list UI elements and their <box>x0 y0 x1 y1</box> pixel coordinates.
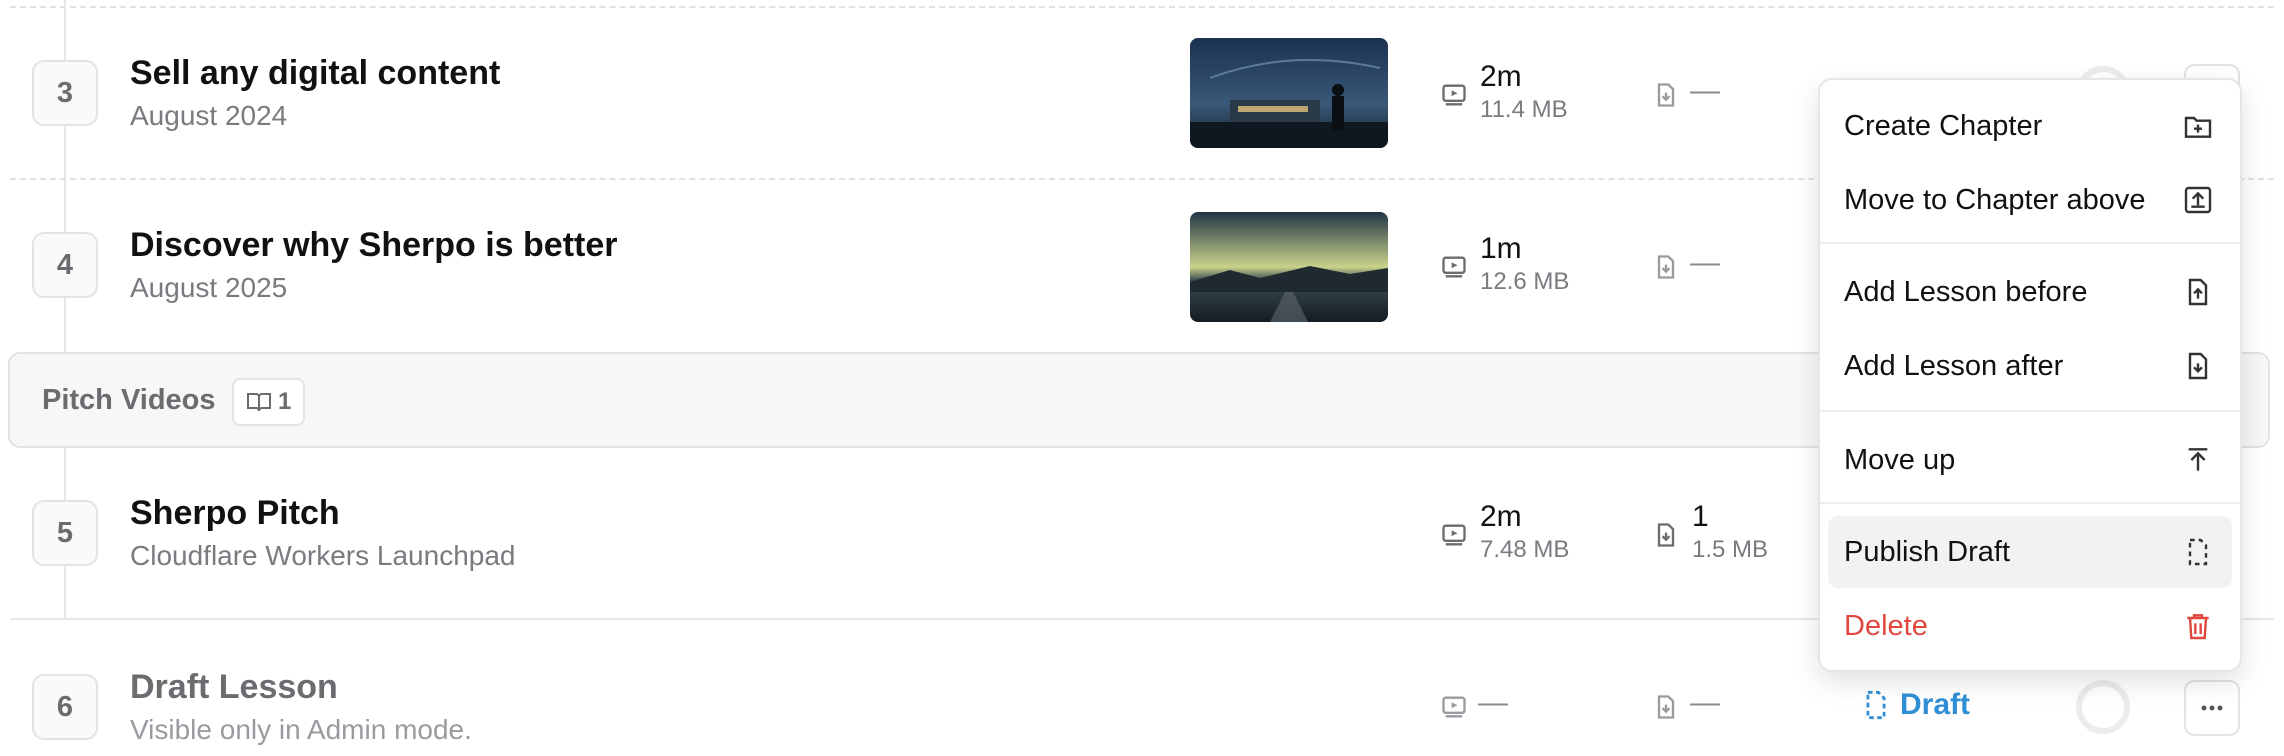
video-duration: 1m <box>1480 232 1522 265</box>
video-value: — <box>1478 686 1508 719</box>
video-icon <box>1442 84 1466 106</box>
menu-item-label: Add Lesson before <box>1844 275 2088 308</box>
draft-status-badge[interactable]: Draft <box>1862 688 1970 722</box>
lesson-number: 4 <box>32 232 98 298</box>
attachments-value: — <box>1690 686 1720 719</box>
menu-item-move-to-chapter-above[interactable]: Move to Chapter above <box>1828 164 2232 236</box>
dashed-file-icon <box>1866 690 1886 720</box>
lesson-context-menu: Create Chapter Move to Chapter above Add… <box>1818 78 2242 672</box>
menu-item-move-up[interactable]: Move up <box>1828 424 2232 496</box>
more-options-button[interactable] <box>2184 680 2240 736</box>
menu-item-label: Publish Draft <box>1844 535 2011 568</box>
attachments-count: 1 <box>1692 500 1709 533</box>
file-download-icon <box>1657 83 1675 107</box>
video-icon <box>1442 256 1466 278</box>
loading-spinner <box>2076 680 2130 734</box>
lesson-title[interactable]: Sell any digital content <box>130 54 500 93</box>
menu-divider <box>1820 502 2240 504</box>
lesson-thumbnail[interactable] <box>1190 38 1388 148</box>
menu-divider <box>1820 242 2240 244</box>
menu-item-label: Move up <box>1844 443 1956 476</box>
chapter-lesson-count: 1 <box>278 388 292 415</box>
attachments-size: 1.5 MB <box>1692 536 1769 563</box>
lesson-title[interactable]: Sherpo Pitch <box>130 494 340 533</box>
menu-divider <box>1820 410 2240 412</box>
draft-status-label: Draft <box>1900 688 1971 721</box>
lesson-date: August 2024 <box>130 100 288 131</box>
trash-icon <box>2187 614 2209 640</box>
lesson-subtitle: Visible only in Admin mode. <box>130 714 472 745</box>
menu-item-publish-draft[interactable]: Publish Draft <box>1828 516 2232 588</box>
video-duration: 2m <box>1480 60 1522 93</box>
lesson-number: 5 <box>32 500 98 566</box>
video-icon <box>1442 524 1466 546</box>
dashed-file-icon <box>2188 538 2208 566</box>
attachments-value: — <box>1690 74 1720 107</box>
menu-item-create-chapter[interactable]: Create Chapter <box>1828 90 2232 162</box>
folder-plus-icon <box>2184 116 2212 138</box>
menu-item-add-lesson-after[interactable]: Add Lesson after <box>1828 330 2232 402</box>
lesson-subtitle: Cloudflare Workers Launchpad <box>130 540 516 571</box>
video-size: 12.6 MB <box>1480 268 1570 295</box>
lesson-number: 6 <box>32 674 98 740</box>
menu-item-label: Move to Chapter above <box>1844 183 2146 216</box>
chapter-lesson-count-badge: 1 <box>232 378 306 426</box>
video-icon <box>1442 696 1466 718</box>
file-download-icon <box>1657 695 1675 719</box>
lesson-date: August 2025 <box>130 272 288 303</box>
lesson-title[interactable]: Discover why Sherpo is better <box>130 226 618 265</box>
menu-item-delete[interactable]: Delete <box>1828 590 2232 662</box>
menu-item-label: Add Lesson after <box>1844 349 2064 382</box>
lesson-thumbnail[interactable] <box>1190 212 1388 322</box>
lesson-title[interactable]: Draft Lesson <box>130 668 338 707</box>
attachments-value: — <box>1690 246 1720 279</box>
book-icon <box>247 393 271 412</box>
more-horizontal-icon <box>2201 705 2223 711</box>
menu-item-add-lesson-before[interactable]: Add Lesson before <box>1828 256 2232 328</box>
arrow-up-box-icon <box>2184 186 2212 214</box>
chapter-title: Pitch Videos <box>42 384 216 416</box>
video-duration: 2m <box>1480 500 1522 533</box>
file-download-icon <box>1657 255 1675 279</box>
video-size: 7.48 MB <box>1480 536 1570 563</box>
menu-item-label: Create Chapter <box>1844 109 2043 142</box>
file-arrow-down-icon <box>2188 352 2208 380</box>
file-download-icon <box>1657 523 1675 547</box>
menu-item-label: Delete <box>1844 609 1928 642</box>
file-arrow-up-icon <box>2188 278 2208 306</box>
video-size: 11.4 MB <box>1480 96 1568 123</box>
arrow-up-to-line-icon <box>2188 448 2208 471</box>
lesson-number: 3 <box>32 60 98 126</box>
